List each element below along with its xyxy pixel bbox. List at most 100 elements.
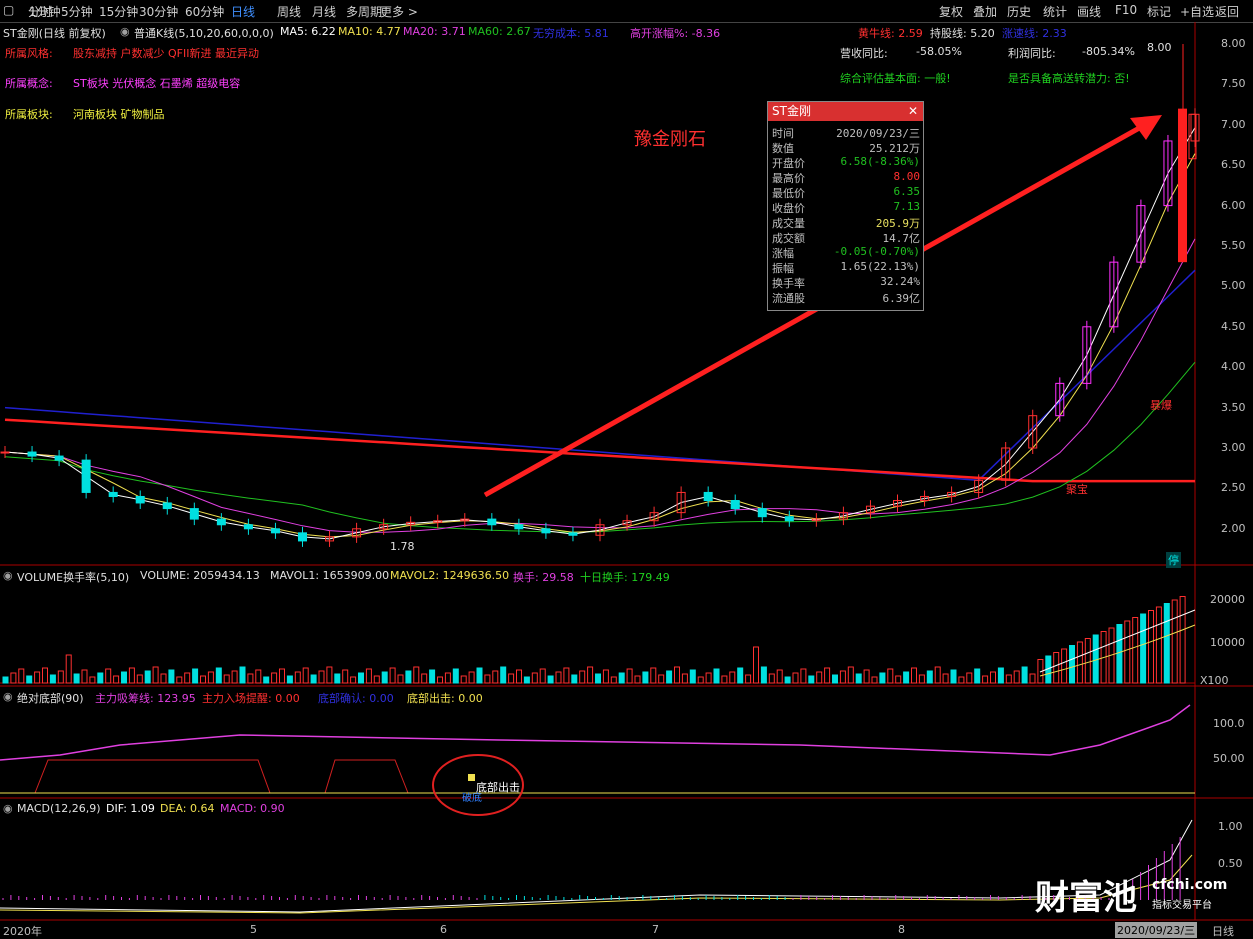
volume-bar [271, 672, 278, 684]
macd-settings-icon[interactable]: ◉ [3, 802, 13, 815]
date-label-5: 5 [250, 923, 257, 936]
popup-row: 收盘价 7.13 [768, 200, 923, 215]
volume-bar [231, 670, 238, 684]
volume-bar [1084, 638, 1091, 684]
volume-bar [57, 670, 64, 684]
volume-bar [1179, 596, 1186, 684]
price-axis-label: 2.00 [1221, 521, 1246, 535]
volume-bar [113, 675, 120, 684]
popup-row-value: 25.212万 [869, 142, 920, 155]
kline-chart [0, 22, 1253, 921]
volume-bar [1092, 634, 1099, 684]
volume-bar [476, 667, 483, 684]
volume-bar [1061, 648, 1068, 684]
macd-axis-05: 0.50 [1218, 857, 1243, 870]
popup-row: 数值 25.212万 [768, 140, 923, 155]
volume-bar [310, 674, 317, 684]
popup-row: 成交额 14.7亿 [768, 230, 923, 245]
popup-row-key: 收盘价 [772, 202, 805, 215]
volume-bar [128, 667, 135, 684]
popup-row-key: 成交量 [772, 217, 805, 230]
popup-row-key: 成交额 [772, 232, 805, 245]
price-axis-label: 4.50 [1221, 319, 1246, 333]
watermark-site: cfchi.com [1152, 877, 1228, 893]
popup-header: ST金刚 ✕ [768, 102, 923, 121]
volume-bar [990, 671, 996, 684]
popup-row-value: 2020/09/23/三 [836, 127, 920, 140]
volume-bar [508, 673, 515, 684]
volume-bar [658, 674, 665, 684]
volume-bar [839, 670, 846, 684]
volume-bar [618, 672, 625, 684]
volume-bar [429, 669, 436, 684]
volume-bar [729, 671, 736, 684]
stop-tag: 停 [1166, 552, 1181, 568]
volume-bar [674, 666, 680, 684]
volume-bar [626, 668, 633, 684]
volume-bar [555, 671, 562, 684]
volume-bar [1140, 613, 1147, 684]
bar-info-popup: ST金刚 ✕ 时间 2020/09/23/三 数值 25.212万 开盘价 6.58(-8… [767, 101, 924, 311]
volume-bar [263, 676, 270, 684]
candle-body [757, 508, 767, 518]
volume-bar [484, 674, 491, 684]
bottom-signal-text: 底部出击 [476, 781, 520, 794]
volume-bar [1013, 670, 1020, 684]
candle-body [162, 502, 172, 510]
price-axis-label: 3.50 [1221, 400, 1246, 414]
vol-unit: X100 [1200, 674, 1229, 687]
volume-bar [373, 675, 380, 684]
price-axis-label: 8.00 [1221, 37, 1246, 50]
candle-body [703, 491, 713, 502]
popup-row-value: 32.24% [880, 275, 920, 288]
volume-bar [200, 675, 206, 684]
volume-bar [73, 673, 80, 684]
volume-bar [863, 669, 870, 684]
volume-bar [358, 672, 364, 684]
popup-row: 最低价 6.35 [768, 185, 923, 200]
volume-bar [389, 667, 396, 684]
volume-bar [745, 674, 752, 684]
volume-bar [792, 672, 799, 684]
volume-bar [81, 669, 88, 684]
volume-bar [326, 666, 333, 684]
volume-bar [286, 675, 293, 684]
volume-bar [602, 669, 609, 684]
dif-value: DIF: 1.09 [106, 802, 155, 815]
volume-bar [713, 668, 720, 684]
volume-bar [255, 669, 262, 684]
volume-bar [413, 666, 420, 684]
volume-bar [152, 666, 159, 684]
mavol1-value: MAVOL1: 1653909.00 [270, 569, 390, 582]
cost-line [4, 269, 1196, 482]
close-icon[interactable]: ✕ [908, 102, 918, 121]
candle-body [216, 518, 226, 526]
volume-bar [1029, 673, 1036, 684]
candle-body [487, 518, 497, 526]
volume-settings-icon[interactable]: ◉ [3, 569, 13, 582]
volume-bar [1021, 666, 1028, 684]
popup-row: 时间 2020/09/23/三 [768, 125, 923, 140]
popup-row-value: 14.7亿 [882, 232, 921, 245]
volume-bar [760, 666, 767, 684]
volume-bar [10, 672, 17, 684]
popup-row-key: 最高价 [772, 172, 805, 185]
popup-row-key: 时间 [772, 127, 794, 140]
volume-bar [753, 646, 759, 684]
bottom-signal-marker [468, 774, 475, 781]
volume-bar [681, 673, 688, 684]
volume-label[interactable]: VOLUME换手率(5,10) [17, 569, 129, 585]
price-axis-label: 2.50 [1221, 481, 1246, 495]
macd-label[interactable]: MACD(12,26,9) [17, 802, 101, 815]
volume-bar [421, 673, 428, 684]
volume-bar [136, 674, 143, 684]
bottom-ind-label[interactable]: 绝对底部(90) [17, 690, 84, 706]
volume-bar [855, 673, 862, 684]
burst-tag: 暴爆 [1150, 399, 1172, 412]
candle-body [81, 459, 91, 493]
bottom-settings-icon[interactable]: ◉ [3, 690, 13, 703]
volume-bar [997, 667, 1004, 684]
volume-bar [650, 667, 657, 684]
low-price-label: 1.78 [390, 540, 415, 553]
bottom-axis-100: 100.0 [1213, 717, 1245, 730]
